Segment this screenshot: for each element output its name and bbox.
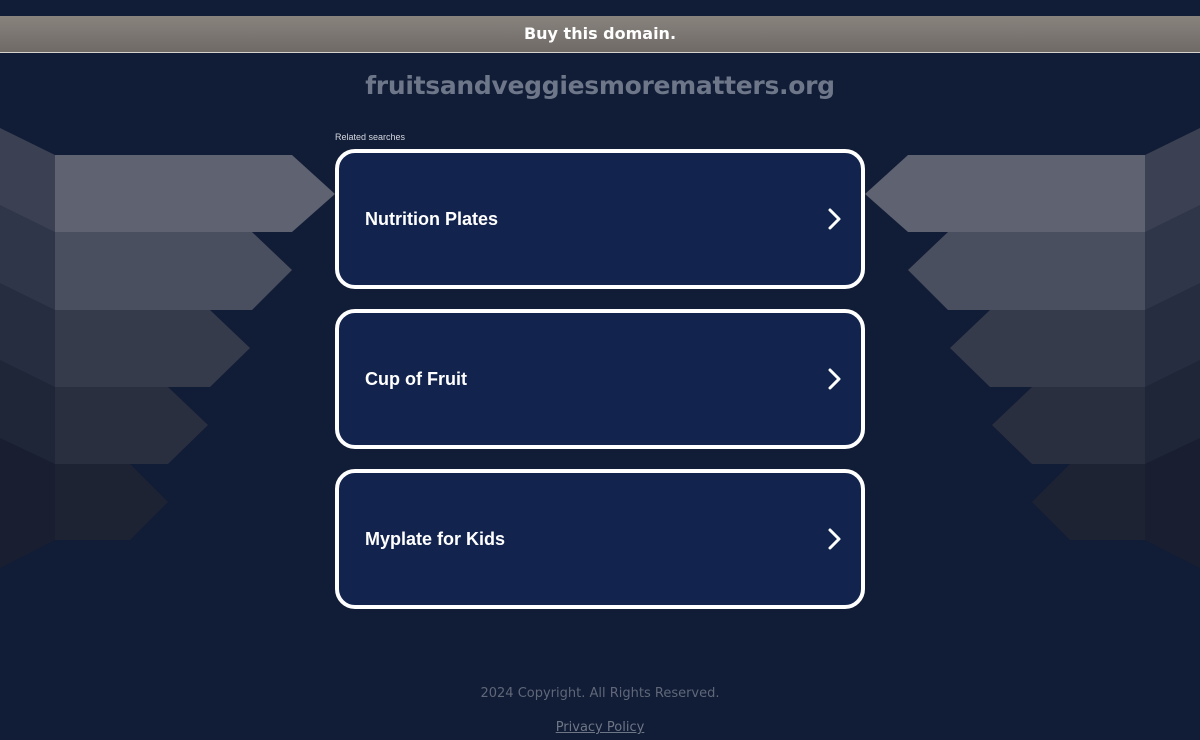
search-item-label: Cup of Fruit [365, 368, 467, 389]
search-item-myplate-for-kids[interactable]: Myplate for Kids [335, 469, 865, 609]
search-item-cup-of-fruit[interactable]: Cup of Fruit [335, 309, 865, 449]
related-searches-list: Nutrition Plates Cup of Fruit Myplate fo… [335, 149, 865, 629]
privacy-policy-link[interactable]: Privacy Policy [556, 720, 645, 735]
domain-name-title: fruitsandveggiesmorematters.org [365, 71, 835, 100]
buy-domain-banner: Buy this domain. [0, 16, 1200, 53]
search-item-label: Nutrition Plates [365, 208, 499, 229]
footer: 2024 Copyright. All Rights Reserved. Pri… [0, 686, 1200, 736]
search-item-nutrition-plates[interactable]: Nutrition Plates [335, 149, 865, 289]
buy-domain-link[interactable]: Buy this domain. [524, 24, 676, 44]
chevron-right-icon [828, 208, 841, 230]
search-item-label: Myplate for Kids [365, 528, 506, 549]
chevron-right-icon [828, 528, 841, 550]
copyright-text: 2024 Copyright. All Rights Reserved. [480, 686, 720, 701]
related-searches-label: Related searches [335, 132, 406, 142]
chevron-right-icon [828, 368, 841, 390]
parking-page: Buy this domain. fruitsandveggiesmoremat… [0, 0, 1200, 740]
